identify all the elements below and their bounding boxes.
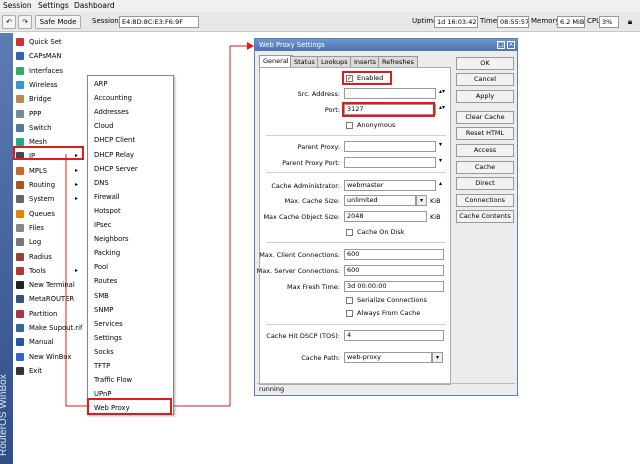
- cache-admin-input[interactable]: webmaster: [344, 180, 436, 191]
- access-button[interactable]: Access: [456, 144, 514, 157]
- cache-admin-label: Cache Administrator:: [271, 182, 340, 190]
- max-cache-object-unit: KiB: [430, 213, 441, 221]
- max-cache-object-input[interactable]: 2048: [344, 211, 427, 222]
- cache-path-label: Cache Path:: [301, 354, 340, 362]
- window-title: Web Proxy Settings: [255, 39, 517, 51]
- parent-proxy-label: Parent Proxy:: [297, 143, 340, 151]
- separator: [266, 324, 446, 325]
- cache-contents-button[interactable]: Cache Contents: [456, 210, 514, 223]
- ok-button[interactable]: OK: [456, 57, 514, 70]
- tab-status[interactable]: Status: [290, 56, 319, 67]
- max-cache-size-label: Max. Cache Size:: [284, 197, 340, 205]
- close-icon[interactable]: ×: [507, 41, 515, 49]
- max-client-label: Max. Client Connections:: [259, 251, 340, 259]
- tab-general[interactable]: General: [259, 55, 293, 67]
- separator: [266, 242, 446, 243]
- max-fresh-input[interactable]: 3d 00:00:00: [344, 281, 444, 292]
- separator: [266, 172, 446, 173]
- cache-button[interactable]: Cache: [456, 161, 514, 174]
- serialize-checkbox[interactable]: [346, 297, 353, 304]
- anonymous-label: Anonymous: [357, 121, 396, 129]
- max-cache-size-unit: KiB: [430, 197, 441, 205]
- parent-proxy-input[interactable]: [344, 141, 436, 152]
- cache-on-disk-label: Cache On Disk: [357, 228, 405, 236]
- port-highlight-box: [342, 102, 435, 117]
- port-spin-icon[interactable]: ▴▾: [439, 104, 445, 111]
- maximize-icon[interactable]: □: [497, 41, 505, 49]
- max-cache-object-label: Max Cache Object Size:: [263, 213, 340, 221]
- dscp-label: Cache Hit DSCP (TOS):: [266, 332, 340, 340]
- tab-refreshes[interactable]: Refreshes: [378, 56, 418, 67]
- cancel-button[interactable]: Cancel: [456, 73, 514, 86]
- dscp-input[interactable]: 4: [344, 330, 444, 341]
- max-server-label: Max. Server Connections:: [256, 267, 340, 275]
- clear-cache-button[interactable]: Clear Cache: [456, 111, 514, 124]
- src-address-label: Src. Address:: [297, 90, 340, 98]
- src-address-input[interactable]: ::: [344, 88, 436, 99]
- separator: [266, 135, 446, 136]
- serialize-label: Serialize Connections: [357, 296, 427, 304]
- enabled-highlight-box: [342, 71, 392, 85]
- always-cache-label: Always From Cache: [357, 309, 421, 317]
- ip-highlight-box: [13, 146, 84, 160]
- connections-button[interactable]: Connections: [456, 194, 514, 207]
- always-cache-checkbox[interactable]: [346, 310, 353, 317]
- anonymous-checkbox[interactable]: [346, 122, 353, 129]
- max-cache-size-dropdown-icon[interactable]: ▾: [416, 195, 427, 206]
- direct-button[interactable]: Direct: [456, 177, 514, 190]
- cache-path-dropdown-icon[interactable]: ▾: [432, 352, 443, 363]
- apply-button[interactable]: Apply: [456, 90, 514, 103]
- web-proxy-highlight-box: [87, 398, 172, 415]
- max-client-input[interactable]: 600: [344, 249, 444, 260]
- src-address-spin-icon[interactable]: ▴▾: [439, 88, 445, 95]
- max-cache-size-input[interactable]: unlimited: [344, 195, 416, 206]
- cache-on-disk-checkbox[interactable]: [346, 229, 353, 236]
- parent-proxy-port-dropdown-icon[interactable]: ▾: [439, 157, 442, 164]
- reset-html-button[interactable]: Reset HTML: [456, 127, 514, 140]
- cache-path-input[interactable]: web-proxy: [344, 352, 432, 363]
- cache-admin-collapse-icon[interactable]: ▴: [439, 180, 442, 187]
- parent-proxy-dropdown-icon[interactable]: ▾: [439, 141, 442, 148]
- general-panel: ✓ Enabled Src. Address: :: ▴▾ Port: 3127…: [256, 67, 451, 385]
- tab-inserts[interactable]: Inserts: [350, 56, 381, 67]
- parent-proxy-port-label: Parent Proxy Port:: [282, 159, 340, 167]
- tab-lookups[interactable]: Lookups: [317, 56, 352, 67]
- port-label: Port:: [324, 106, 340, 114]
- parent-proxy-port-input[interactable]: [344, 157, 436, 168]
- status-bar: running: [257, 383, 515, 395]
- max-server-input[interactable]: 600: [344, 265, 444, 276]
- max-fresh-label: Max Fresh Time:: [287, 283, 340, 291]
- web-proxy-settings-window: Web Proxy Settings □ × General Status Lo…: [254, 38, 518, 396]
